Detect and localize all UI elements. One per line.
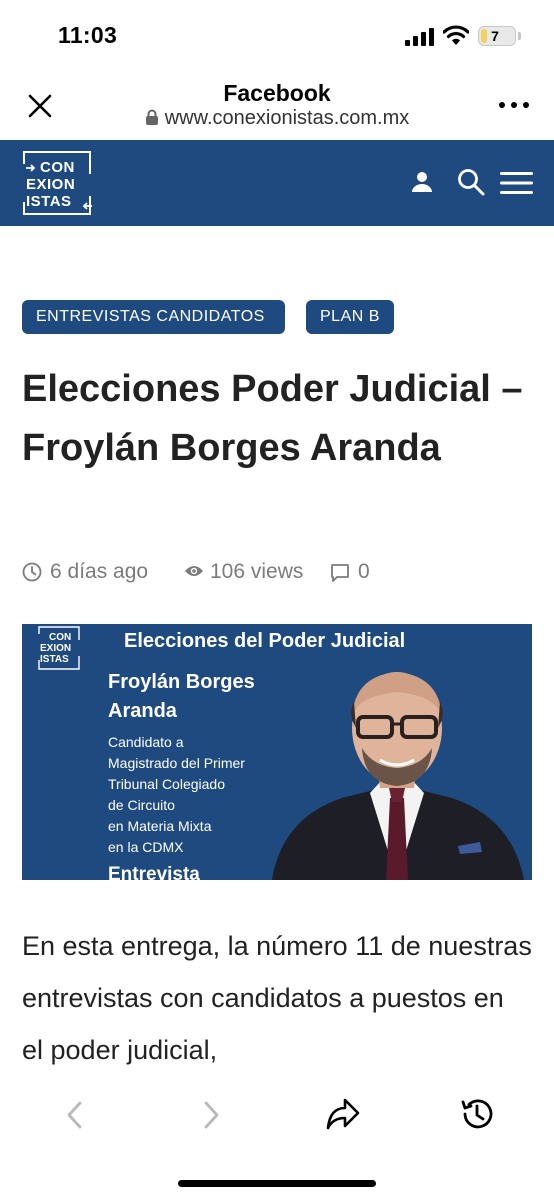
browser-toolbar [0,1080,554,1150]
user-icon[interactable] [410,170,434,194]
lock-icon [145,109,158,125]
feature-footer-text: Entrevista [108,864,200,880]
logo-text: CON EXION ISTAS [26,159,76,210]
status-time: 11:03 [58,22,118,48]
signal-icon [405,28,434,46]
candidate-portrait [272,672,524,880]
url-text: www.conexionistas.com.mx [164,107,410,129]
browser-header: Facebook www.conexionistas.com.mx [0,72,554,140]
browser-title: Facebook [223,80,331,106]
search-icon[interactable] [457,168,485,196]
clock-icon [22,562,42,582]
history-icon[interactable] [459,1096,495,1132]
home-indicator[interactable] [178,1180,376,1187]
status-bar: 11:03 7 [0,0,554,72]
feature-logo: CON EXION ISTAS [37,626,81,670]
share-icon[interactable] [325,1096,361,1132]
wifi-icon [443,25,469,45]
tag-plan-b[interactable]: PLAN B [306,300,394,334]
article-body-text: En esta entrega, la número 11 de nuestra… [22,931,532,1065]
article-title: Elecciones Poder Judicial – Froylán Borg… [22,368,523,469]
comment-icon [331,564,349,582]
site-header: CON EXION ISTAS [0,140,554,226]
eye-icon [185,566,203,576]
feature-logo-text: CON EXION ISTAS [40,632,72,665]
site-logo[interactable]: CON EXION ISTAS [22,150,94,216]
battery-tip [518,32,521,40]
forward-icon[interactable] [196,1098,226,1132]
meta-time-text: 6 días ago [50,560,149,583]
meta-views-text: 106 views [210,560,304,583]
browser-url[interactable]: www.conexionistas.com.mx [0,107,554,130]
meta-comments-count: 0 [358,560,370,583]
menu-icon[interactable] [500,172,533,194]
featured-image[interactable]: CON EXION ISTAS Elecciones del Poder Jud… [22,624,532,880]
battery-level: 7 [491,28,499,44]
battery-icon: 7 [478,26,516,46]
tag-entrevistas-candidatos[interactable]: ENTREVISTAS CANDIDATOS [22,300,285,334]
back-icon[interactable] [60,1098,90,1132]
more-icon[interactable] [498,100,530,110]
